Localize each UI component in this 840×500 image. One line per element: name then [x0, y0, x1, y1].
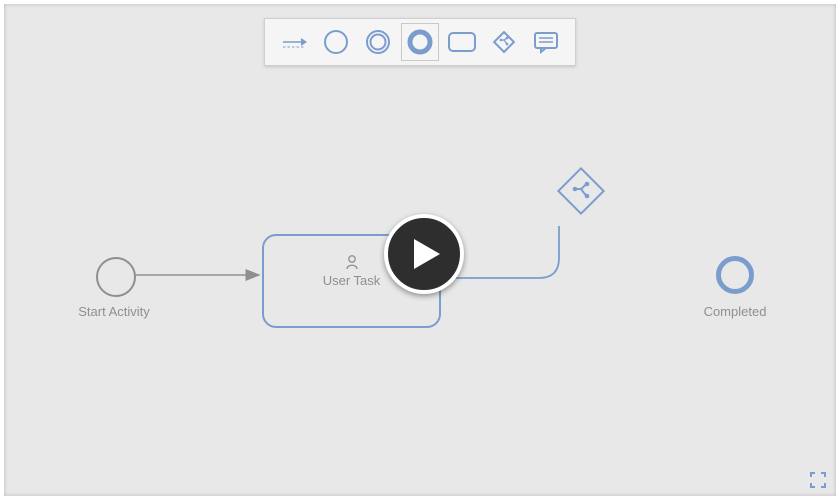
start-event-node[interactable] — [96, 257, 136, 297]
expand-icon — [810, 472, 826, 488]
arrow-icon — [281, 34, 307, 50]
shape-palette — [264, 18, 576, 66]
diagram-canvas[interactable]: Start Activity User Task Completed — [4, 4, 836, 496]
circle-icon — [322, 28, 350, 56]
user-icon — [345, 254, 359, 273]
palette-gateway[interactable] — [485, 23, 523, 61]
gateway-node[interactable] — [552, 162, 610, 220]
play-button[interactable] — [384, 214, 464, 294]
double-circle-icon — [364, 28, 392, 56]
comment-icon — [532, 30, 560, 54]
palette-annotation[interactable] — [527, 23, 565, 61]
play-icon — [414, 239, 440, 269]
palette-task[interactable] — [443, 23, 481, 61]
diamond-icon — [490, 28, 518, 56]
user-task-label: User Task — [323, 273, 381, 288]
end-event-node[interactable] — [716, 256, 754, 294]
palette-sequence-flow[interactable] — [275, 23, 313, 61]
palette-end-event[interactable] — [401, 23, 439, 61]
fullscreen-button[interactable] — [810, 472, 826, 488]
rounded-rect-icon — [447, 31, 477, 53]
palette-start-event[interactable] — [317, 23, 355, 61]
thick-circle-icon — [406, 28, 434, 56]
end-event-label: Completed — [700, 304, 770, 319]
palette-intermediate-event[interactable] — [359, 23, 397, 61]
start-event-label: Start Activity — [74, 304, 154, 319]
